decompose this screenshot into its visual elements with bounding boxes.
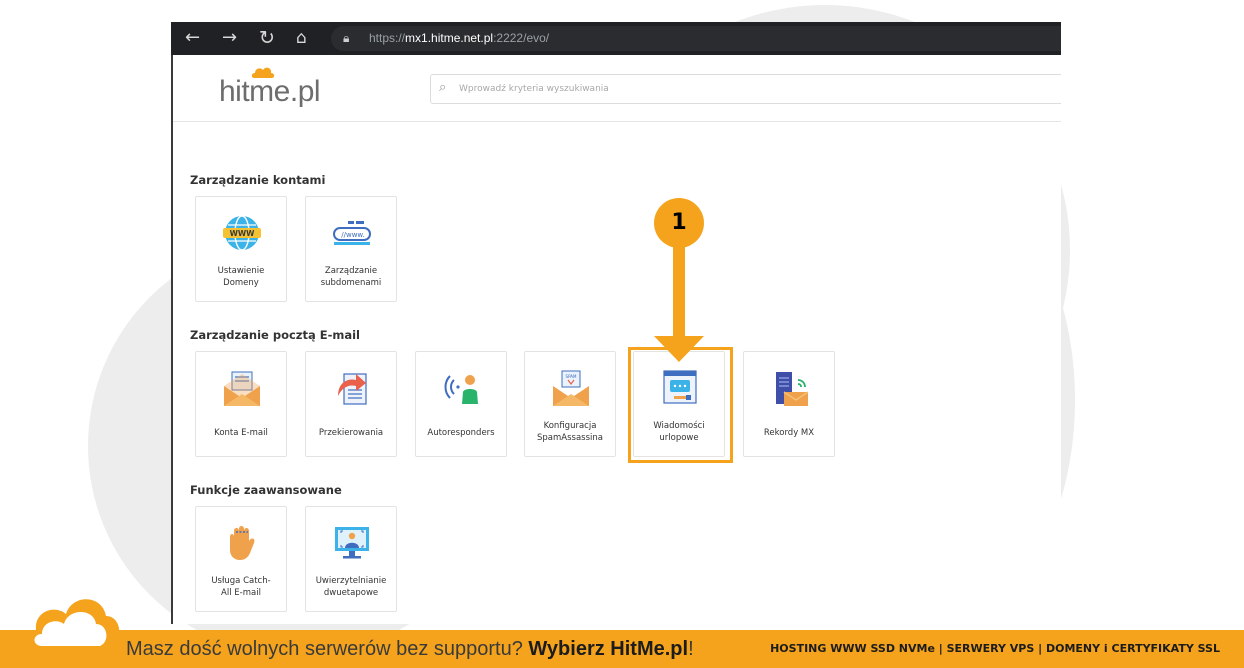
tile-label: Konfiguracja SpamAssassina [537, 421, 603, 443]
tile-label: Uwierzytelnianie dwuetapowe [315, 576, 387, 598]
two-factor-monitor-icon [335, 527, 369, 559]
annotation-arrow-head-icon [654, 336, 704, 362]
mx-server-icon [776, 372, 809, 406]
tile-catch-all[interactable]: Usługa Catch- All E-mail [195, 506, 287, 612]
tile-label: Przekierowania [318, 428, 384, 438]
tile-spamassassin[interactable]: SPAM Konfiguracja SpamAssassina [524, 351, 616, 457]
tile-label: Konta E-mail [214, 428, 268, 438]
envelope-icon [224, 371, 260, 406]
tile-forwarders[interactable]: Przekierowania [305, 351, 397, 457]
step-callout-badge: 1 [654, 198, 704, 248]
tile-label: Usługa Catch- All E-mail [211, 576, 271, 598]
tile-two-factor-auth[interactable]: Uwierzytelnianie dwuetapowe [305, 506, 397, 612]
tile-label: Zarządzanie subdomenami [320, 266, 382, 288]
tile-domain-settings[interactable]: WWW Ustawienie Domeny [195, 196, 287, 302]
section-title-advanced: Funkcje zaawansowane [190, 483, 342, 497]
search-box[interactable]: ⌕ [430, 74, 1061, 104]
annotation-arrow-shaft [673, 247, 685, 339]
tile-email-accounts[interactable]: Konta E-mail [195, 351, 287, 457]
hand-catch-icon [230, 526, 255, 560]
lock-icon[interactable]: 🔒︎ [343, 31, 349, 46]
promo-services: HOSTING WWW SSD NVMe | SERWERY VPS | DOM… [770, 642, 1220, 655]
logo[interactable]: hitme.pl [219, 75, 321, 109]
tile-subdomains[interactable]: //www. Zarządzanie subdomenami [305, 196, 397, 302]
promo-banner: Masz dość wolnych serwerów bez supportu?… [0, 630, 1244, 668]
section-title-email: Zarządzanie pocztą E-mail [190, 328, 361, 342]
forward-arrow-icon[interactable]: → [222, 28, 237, 48]
promo-text: Masz dość wolnych serwerów bez supportu?… [126, 638, 694, 660]
highlight-frame [628, 347, 733, 463]
svg-text:WWW: WWW [230, 229, 256, 238]
spam-envelope-icon: SPAM [553, 370, 589, 406]
reload-icon[interactable]: ↻ [259, 28, 275, 48]
search-icon: ⌕ [439, 80, 447, 95]
section-title-accounts: Zarządzanie kontami [190, 173, 326, 187]
forward-document-icon [338, 373, 367, 405]
tile-label: Autoresponders [427, 428, 495, 438]
search-input[interactable] [457, 78, 961, 100]
address-bar[interactable]: 🔒︎ https://mx1.hitme.net.pl:2222/evo/ [331, 26, 1061, 51]
tile-mx-records[interactable]: Rekordy MX [743, 351, 835, 457]
url-text[interactable]: https://mx1.hitme.net.pl:2222/evo/ [369, 31, 549, 45]
tile-autoresponders[interactable]: Autoresponders [415, 351, 507, 457]
cloud-logo-icon [26, 599, 120, 654]
browser-toolbar: ← → ↻ ⌂ 🔒︎ https://mx1.hitme.net.pl:2222… [171, 22, 1061, 55]
person-signal-icon [444, 375, 478, 404]
back-arrow-icon[interactable]: ← [185, 28, 200, 48]
www-address-icon: //www. [333, 221, 371, 245]
tile-label: Rekordy MX [763, 428, 815, 438]
page-header: hitme.pl ⌕ [173, 55, 1061, 122]
svg-text://www.: //www. [341, 231, 364, 239]
tile-label: Ustawienie Domeny [217, 266, 265, 288]
www-globe-icon: WWW [223, 215, 261, 251]
svg-text:SPAM: SPAM [566, 374, 577, 379]
home-icon[interactable]: ⌂ [296, 28, 307, 48]
